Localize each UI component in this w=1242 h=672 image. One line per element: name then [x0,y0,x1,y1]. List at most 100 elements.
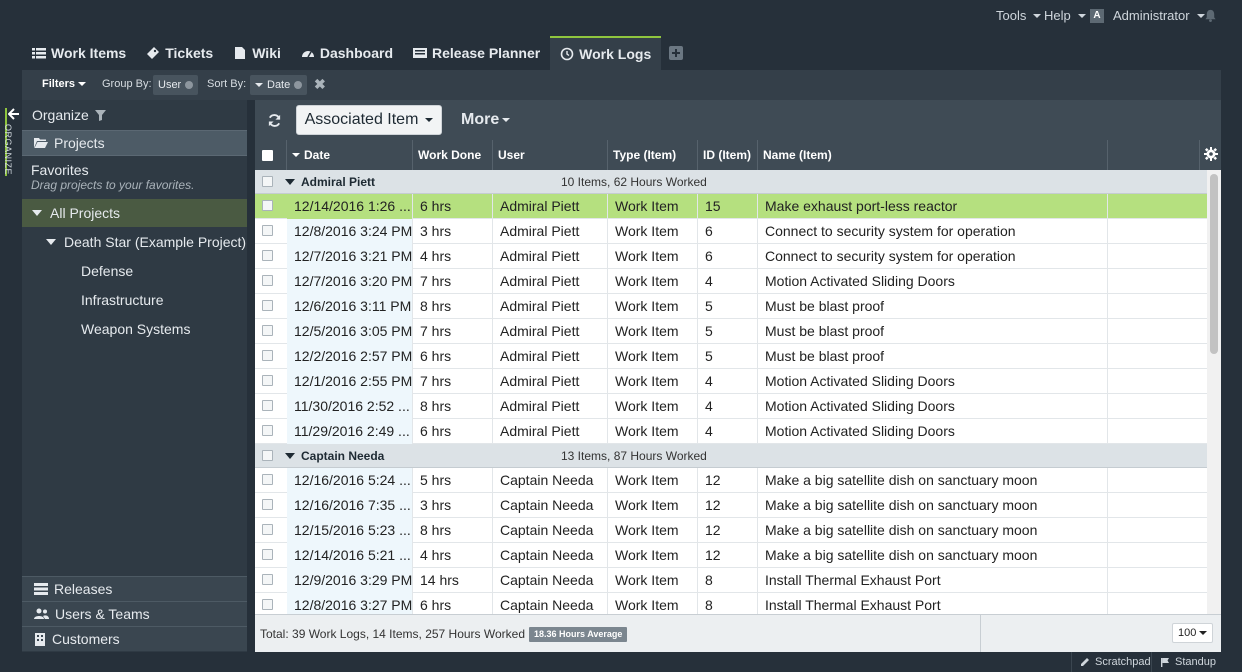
table-row[interactable]: 12/14/2016 1:26 ... 6 hrs Admiral Piett Wor… [255,194,1207,219]
table-row[interactable]: 12/7/2016 3:21 PM 4 hrs Admiral Piett Work … [255,244,1207,269]
scratchpad-label: Scratchpad [1095,656,1151,668]
tree-item-defense[interactable]: Defense [22,260,247,282]
tree-item-all-projects[interactable]: All Projects [22,199,247,227]
organize-header[interactable]: Organize [22,100,247,130]
remove-icon[interactable] [185,81,194,89]
row-checkbox[interactable] [262,425,273,436]
sidebar-item-customers[interactable]: Customers [22,626,247,651]
row-checkbox[interactable] [262,499,273,510]
tree-item-weapon-systems[interactable]: Weapon Systems [22,318,247,340]
cell-type: Work Item [608,319,698,344]
table-row[interactable]: 12/2/2016 2:57 PM 6 hrs Admiral Piett Work … [255,344,1207,369]
tab-tickets[interactable]: Tickets [136,36,223,70]
grid-scrollbar[interactable] [1207,170,1221,614]
column-header-date[interactable]: Date [287,140,413,170]
collapse-icon[interactable] [285,453,295,459]
arrow-left-icon[interactable] [8,108,20,120]
cell-extra [1108,219,1207,244]
page-size-select[interactable]: 100 [1172,623,1214,643]
row-checkbox[interactable] [262,549,273,560]
table-row[interactable]: 12/6/2016 3:11 PM 8 hrs Admiral Piett Work … [255,294,1207,319]
group-row[interactable]: Captain Needa 13 Items, 87 Hours Worked [255,444,1207,468]
table-row[interactable]: 12/8/2016 3:27 PM 6 hrs Captain Needa Work … [255,593,1207,614]
table-row[interactable]: 12/9/2016 3:29 PM 14 hrs Captain Needa Work… [255,568,1207,593]
cell-id: 12 [698,543,758,568]
scrollbar-thumb[interactable] [1210,174,1218,354]
column-header-type[interactable]: Type (Item) [608,140,698,170]
row-checkbox[interactable] [262,400,273,411]
cell-id: 6 [698,244,758,269]
table-row[interactable]: 12/14/2016 5:21 ... 4 hrs Captain Needa Wor… [255,543,1207,568]
row-checkbox[interactable] [262,275,273,286]
row-checkbox[interactable] [262,225,273,236]
select-all-cell [255,140,287,170]
remove-icon[interactable] [294,81,303,89]
bell-icon[interactable] [1204,9,1217,22]
scratchpad-button[interactable]: Scratchpad [1071,652,1159,672]
row-checkbox[interactable] [262,474,273,485]
tree-item-infrastructure[interactable]: Infrastructure [22,289,247,311]
column-header-user[interactable]: User [493,140,608,170]
cell-id: 4 [698,419,758,444]
table-row[interactable]: 11/30/2016 2:52 ... 8 hrs Admiral Piett Wor… [255,394,1207,419]
tab-label: Work Logs [579,46,652,62]
column-header-work-done[interactable]: Work Done [413,140,493,170]
group-checkbox[interactable] [262,450,273,461]
standup-button[interactable]: Standup [1151,652,1224,672]
cell-type: Work Item [608,468,698,493]
chevron-down-icon [1077,13,1086,18]
user-menu[interactable]: A Administrator [1090,8,1205,23]
organize-strip[interactable]: ORGANIZE [0,100,22,652]
associated-item-button[interactable]: Associated Item [296,105,442,135]
table-row[interactable]: 12/5/2016 3:05 PM 7 hrs Admiral Piett Work … [255,319,1207,344]
table-row[interactable]: 12/1/2016 2:55 PM 7 hrs Admiral Piett Work … [255,369,1207,394]
row-checkbox[interactable] [262,574,273,585]
column-header-id[interactable]: ID (Item) [698,140,758,170]
refresh-icon[interactable] [267,113,282,128]
tree-item-project[interactable]: Death Star (Example Project) [22,230,247,254]
gear-icon[interactable] [1204,147,1218,161]
table-row[interactable]: 12/15/2016 5:23 ... 8 hrs Captain Needa Wor… [255,518,1207,543]
sort-by-chip[interactable]: Date [250,75,308,95]
group-checkbox[interactable] [262,176,273,187]
table-row[interactable]: 12/8/2016 3:24 PM 3 hrs Admiral Piett Work … [255,219,1207,244]
table-row[interactable]: 12/16/2016 5:24 ... 5 hrs Captain Needa Wor… [255,468,1207,493]
column-header-name[interactable]: Name (Item) [758,140,1108,170]
row-checkbox[interactable] [262,325,273,336]
clear-filters-icon[interactable]: ✖ [314,76,326,93]
table-row[interactable]: 11/29/2016 2:49 ... 6 hrs Admiral Piett Wor… [255,419,1207,444]
sidebar-item-projects[interactable]: Projects [22,130,247,156]
cell-type: Work Item [608,194,698,219]
row-checkbox[interactable] [262,200,273,211]
tab-work-logs[interactable]: Work Logs [550,36,662,70]
column-header-label: Name (Item) [763,148,832,162]
tools-menu[interactable]: Tools [996,8,1042,23]
group-by-chip[interactable]: User [153,75,199,95]
favorites-title: Favorites [31,162,89,178]
tab-wiki[interactable]: Wiki [223,36,291,70]
row-checkbox[interactable] [262,300,273,311]
table-row[interactable]: 12/7/2016 3:20 PM 7 hrs Admiral Piett Work … [255,269,1207,294]
sidebar-item-users-teams[interactable]: Users & Teams [22,601,247,626]
tab-release-planner[interactable]: Release Planner [403,36,550,70]
grid-toolbar: Associated Item More [255,100,1221,140]
tab-dashboard[interactable]: Dashboard [291,36,403,70]
row-checkbox[interactable] [262,524,273,535]
add-tab-icon[interactable] [669,46,684,60]
more-button[interactable]: More [461,111,511,129]
filters-dropdown[interactable]: Filters [42,78,87,90]
row-checkbox[interactable] [262,250,273,261]
group-row[interactable]: Admiral Piett 10 Items, 62 Hours Worked [255,170,1207,194]
expand-icon[interactable] [32,210,42,216]
collapse-icon[interactable] [285,179,295,185]
filter-icon[interactable] [94,109,106,121]
tab-work-items[interactable]: Work Items [22,36,136,70]
row-checkbox[interactable] [262,350,273,361]
expand-icon[interactable] [46,239,56,245]
select-all-checkbox[interactable] [262,150,273,161]
sidebar-item-releases[interactable]: Releases [22,576,247,601]
table-row[interactable]: 12/16/2016 7:35 ... 3 hrs Captain Needa Wor… [255,493,1207,518]
help-menu[interactable]: Help [1044,8,1086,23]
row-checkbox[interactable] [262,599,273,610]
row-checkbox[interactable] [262,375,273,386]
